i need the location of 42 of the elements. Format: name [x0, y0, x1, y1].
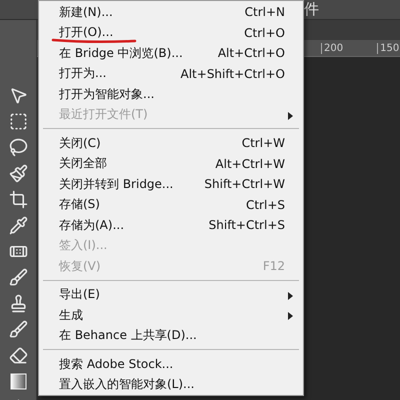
history-brush-icon[interactable] — [8, 320, 28, 339]
shortcut-text: Ctrl+S — [246, 198, 285, 212]
menu-item[interactable]: 打开为... Alt+Shift+Ctrl+O — [39, 64, 303, 84]
gradient-icon[interactable] — [8, 372, 28, 391]
submenu-arrow-icon — [288, 112, 293, 120]
shortcut-text: Shift+Ctrl+S — [208, 218, 285, 232]
shortcut-text: Ctrl+O — [244, 26, 285, 40]
shortcut-text: Alt+Ctrl+W — [215, 156, 285, 171]
shortcut-text: Ctrl+W — [242, 136, 285, 150]
menu-item[interactable]: 置入嵌入的智能对象(L)... — [39, 374, 303, 395]
menu-item[interactable]: 存储为(A)... Shift+Ctrl+S — [39, 215, 303, 236]
options-bar-label: 件 — [304, 0, 319, 19]
ruler-number: 150 — [377, 42, 400, 54]
menu-item[interactable]: 打开(O)... Ctrl+O — [39, 22, 303, 43]
menu-item[interactable]: 关闭全部 Alt+Ctrl+W — [39, 154, 303, 174]
lasso-icon[interactable] — [8, 138, 28, 157]
menu-item[interactable]: 新建(N)... Ctrl+N — [39, 2, 303, 22]
stamp-icon[interactable] — [8, 294, 28, 313]
menu-item[interactable]: 在 Behance 上共享(D)... — [39, 326, 303, 346]
submenu-arrow-icon — [288, 312, 293, 320]
shortcut-text: Alt+Shift+Ctrl+O — [180, 66, 285, 81]
menu-item[interactable]: 关闭并转到 Bridge... Shift+Ctrl+W — [39, 174, 303, 194]
menu-item[interactable]: 关闭(C) Ctrl+W — [39, 133, 303, 154]
menu-item[interactable]: 导出(E) — [39, 284, 303, 305]
submenu-arrow-icon — [288, 292, 293, 300]
eraser-icon[interactable] — [8, 346, 28, 365]
menu-item[interactable]: 在 Bridge 中浏览(B)... Alt+Ctrl+O — [39, 43, 303, 64]
brush-icon[interactable] — [8, 268, 28, 287]
menu-item[interactable]: 搜索 Adobe Stock... — [39, 354, 303, 374]
crop-icon[interactable] — [8, 190, 28, 209]
menu-item[interactable]: 存储(S) Ctrl+S — [39, 194, 303, 215]
menu-item[interactable]: 打开为智能对象... — [39, 84, 303, 104]
ruler-number: 200 — [321, 42, 344, 54]
shortcut-text: F12 — [262, 259, 285, 274]
shortcut-text: Alt+Ctrl+O — [218, 46, 285, 60]
menu-item[interactable]: 生成 — [39, 305, 303, 326]
move-tool-icon[interactable] — [8, 86, 28, 105]
quick-selection-icon[interactable] — [8, 164, 28, 183]
shortcut-text: Shift+Ctrl+W — [204, 177, 285, 192]
eyedropper-icon[interactable] — [8, 216, 28, 235]
marquee-icon[interactable] — [8, 112, 28, 131]
shortcut-text: Ctrl+N — [244, 5, 285, 20]
